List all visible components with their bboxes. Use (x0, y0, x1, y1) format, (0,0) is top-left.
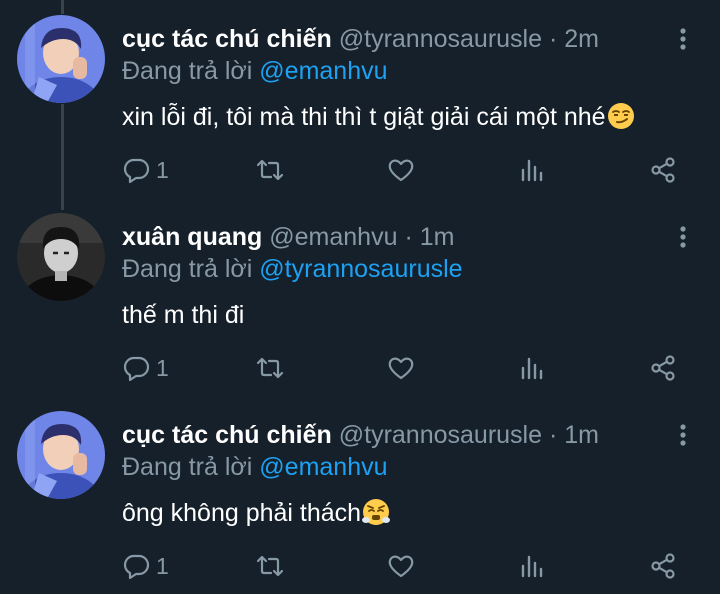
reply-button[interactable]: 1 (122, 153, 169, 187)
tweet-header: cục tác chú chiến @tyrannosaurusle · 1m (122, 420, 599, 450)
reply-icon (123, 158, 150, 184)
tweet-text: xin lỗi đi, tôi mà thi thì t giật giải c… (122, 101, 635, 133)
timestamp[interactable]: · 2m (549, 25, 599, 53)
reply-icon (123, 356, 150, 382)
display-name[interactable]: xuân quang (122, 223, 262, 251)
analytics-button[interactable] (518, 153, 546, 187)
analytics-icon (521, 159, 543, 182)
retweet-icon (256, 159, 284, 181)
tweet[interactable]: cục tác chú chiến @tyrannosaurusle · 1m … (0, 396, 720, 594)
reply-prefix: Đang trả lời (122, 57, 253, 85)
share-button[interactable] (649, 549, 677, 583)
tweet-text-content: thế m thi đi (122, 301, 245, 329)
like-icon (388, 555, 414, 578)
tweet-header: xuân quang @emanhvu · 1m (122, 222, 454, 252)
avatar[interactable] (17, 15, 105, 103)
reply-mention[interactable]: @emanhvu (259, 453, 387, 481)
more-options-icon[interactable] (673, 26, 693, 56)
tweet-text-content: xin lỗi đi, tôi mà thi thì t giật giải c… (122, 103, 606, 131)
reply-count: 1 (156, 552, 169, 579)
reply-mention[interactable]: @tyrannosaurusle (259, 255, 462, 283)
avatar[interactable] (17, 411, 105, 499)
tweet-actions: 1 (0, 153, 720, 193)
like-button[interactable] (387, 549, 415, 583)
triumph-emoji (362, 499, 391, 525)
like-icon (388, 357, 414, 380)
analytics-icon (521, 555, 543, 578)
share-icon (651, 355, 675, 381)
tweet-actions: 1 (0, 549, 720, 589)
more-options-icon[interactable] (673, 224, 693, 254)
tweet-text-content: ông không phải thách (122, 499, 362, 527)
retweet-icon (256, 555, 284, 577)
tweet[interactable]: xuân quang @emanhvu · 1m Đang trả lời @t… (0, 198, 720, 396)
more-options-icon[interactable] (673, 422, 693, 452)
tweet-text: thế m thi đi (122, 299, 244, 331)
replying-to: Đang trả lời @emanhvu (122, 452, 388, 482)
replying-to: Đang trả lời @tyrannosaurusle (122, 254, 463, 284)
tweet-text: ông không phải thách (122, 497, 391, 529)
display-name[interactable]: cục tác chú chiến (122, 25, 332, 53)
like-button[interactable] (387, 351, 415, 385)
reply-icon (123, 554, 150, 580)
user-handle[interactable]: @tyrannosaurusle (339, 25, 542, 53)
tweet-actions: 1 (0, 351, 720, 391)
share-icon (651, 553, 675, 579)
retweet-icon (256, 357, 284, 379)
retweet-button[interactable] (256, 549, 284, 583)
reply-count: 1 (156, 354, 169, 381)
reply-button[interactable]: 1 (122, 351, 169, 385)
like-button[interactable] (387, 153, 415, 187)
reply-prefix: Đang trả lời (122, 255, 253, 283)
user-handle[interactable]: @emanhvu (269, 223, 397, 251)
share-button[interactable] (649, 153, 677, 187)
reply-prefix: Đang trả lời (122, 453, 253, 481)
reply-count: 1 (156, 156, 169, 183)
reply-mention[interactable]: @emanhvu (259, 57, 387, 85)
smirk-emoji (607, 103, 634, 129)
share-icon (651, 157, 675, 183)
timestamp[interactable]: · 1m (404, 223, 454, 251)
replying-to: Đang trả lời @emanhvu (122, 56, 388, 86)
like-icon (388, 159, 414, 182)
reply-button[interactable]: 1 (122, 549, 169, 583)
tweet[interactable]: cục tác chú chiến @tyrannosaurusle · 2m … (0, 0, 720, 198)
user-handle[interactable]: @tyrannosaurusle (339, 421, 542, 449)
share-button[interactable] (649, 351, 677, 385)
analytics-icon (521, 357, 543, 380)
tweet-header: cục tác chú chiến @tyrannosaurusle · 2m (122, 24, 599, 54)
retweet-button[interactable] (256, 351, 284, 385)
avatar[interactable] (17, 213, 105, 301)
retweet-button[interactable] (256, 153, 284, 187)
analytics-button[interactable] (518, 351, 546, 385)
display-name[interactable]: cục tác chú chiến (122, 421, 332, 449)
analytics-button[interactable] (518, 549, 546, 583)
timestamp[interactable]: · 1m (549, 421, 599, 449)
